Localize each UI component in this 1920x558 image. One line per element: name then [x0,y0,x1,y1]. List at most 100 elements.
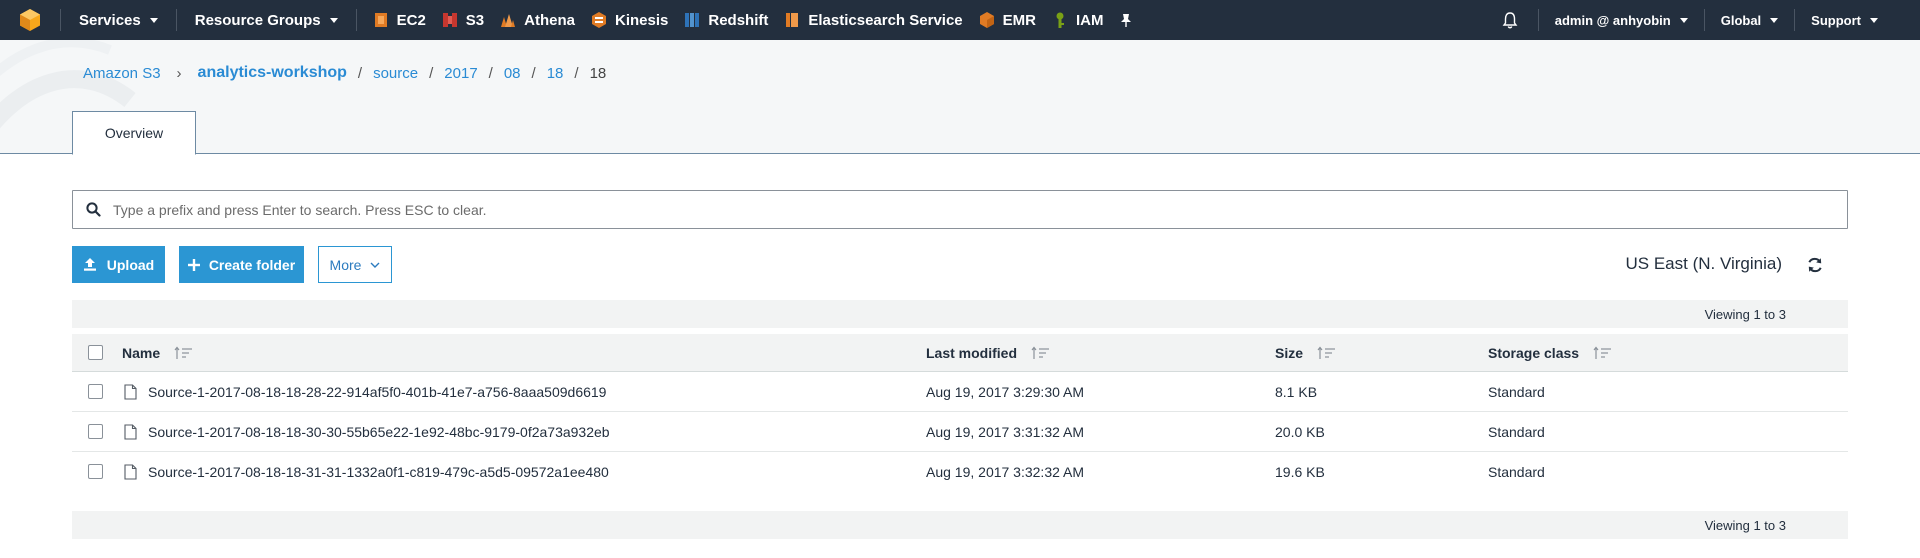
shortcut-iam[interactable]: IAM [1052,0,1103,40]
select-all-checkbox[interactable] [88,345,103,360]
shortcut-elasticsearch-label: Elasticsearch Service [808,11,963,29]
nav-right-group: admin @ anhyobin Global Support [1482,0,1920,40]
breadcrumb-folder-source[interactable]: source [373,65,418,82]
breadcrumb-amazon-s3[interactable]: Amazon S3 [83,65,161,82]
search-icon [73,191,113,228]
account-menu[interactable]: admin @ anhyobin [1539,0,1704,40]
breadcrumb-separator: / [574,64,579,82]
chevron-down-icon [370,262,380,268]
cell-last-modified: Aug 19, 2017 3:31:32 AM [926,424,1085,440]
redshift-icon [685,13,700,27]
column-header-size[interactable]: Size [1275,334,1337,372]
shortcut-s3-label: S3 [465,11,485,29]
table-row[interactable]: Source-1-2017-08-18-18-30-30-55b65e22-1e… [72,412,1848,452]
row-checkbox[interactable] [88,424,103,439]
upload-button-label: Upload [106,256,155,273]
region-menu[interactable]: Global [1705,0,1794,40]
file-name-link[interactable]: Source-1-2017-08-18-18-28-22-914af5f0-40… [148,372,606,412]
cell-last-modified: Aug 19, 2017 3:32:32 AM [926,464,1085,480]
column-header-name[interactable]: Name [122,334,194,372]
breadcrumb-separator: / [488,64,493,82]
search-box [72,190,1848,229]
cell-storage-class: Standard [1488,464,1545,480]
services-menu[interactable]: Services [61,0,176,40]
viewing-count-top: Viewing 1 to 3 [1704,307,1786,322]
file-name-link[interactable]: Source-1-2017-08-18-18-30-30-55b65e22-1e… [148,412,610,452]
file-icon [124,424,137,440]
support-label: Support [1811,12,1861,28]
column-size-label: Size [1275,345,1304,361]
shortcut-ec2[interactable]: EC2 [373,0,426,40]
table-row[interactable]: Source-1-2017-08-18-18-31-31-1332a0f1-c8… [72,452,1848,492]
resource-groups-menu[interactable]: Resource Groups [177,0,356,40]
pin-button[interactable] [1119,0,1133,40]
kinesis-icon [592,12,606,28]
support-menu[interactable]: Support [1795,0,1920,40]
notifications-button[interactable] [1482,0,1538,40]
search-input[interactable] [113,191,1847,228]
cell-size: 20.0 KB [1275,424,1325,440]
more-button-label: More [329,256,362,273]
sort-icon[interactable] [1593,346,1613,360]
region-label: Global [1720,12,1762,28]
column-header-last-modified[interactable]: Last modified [926,334,1051,372]
chevron-down-icon [329,18,338,23]
region-display: US East (N. Virginia) [1625,254,1782,273]
bell-icon [1502,12,1518,29]
emr-icon [979,12,994,28]
column-storage-class-label: Storage class [1488,345,1580,361]
table-header: Name Last modified Size Storage class [72,334,1848,372]
upload-icon [83,258,96,271]
table-row[interactable]: Source-1-2017-08-18-18-28-22-914af5f0-40… [72,372,1848,412]
file-icon [124,384,137,400]
create-folder-button[interactable]: Create folder [179,246,304,283]
create-folder-button-label: Create folder [208,256,296,273]
breadcrumb-folder-year[interactable]: 2017 [444,65,477,82]
column-header-storage-class[interactable]: Storage class [1488,334,1613,372]
breadcrumb-folder-day[interactable]: 18 [547,65,564,82]
shortcut-s3[interactable]: S3 [442,0,484,40]
plus-icon [187,258,200,271]
services-label: Services [79,11,141,29]
shortcut-kinesis[interactable]: Kinesis [591,0,668,40]
top-nav: Services Resource Groups EC2 S3 Athena K… [0,0,1920,40]
cell-size: 19.6 KB [1275,464,1325,480]
tab-overview[interactable]: Overview [72,111,196,155]
cell-size: 8.1 KB [1275,384,1318,400]
sort-icon[interactable] [1031,346,1051,360]
row-checkbox[interactable] [88,464,103,479]
upload-button[interactable]: Upload [72,246,165,283]
shortcut-redshift[interactable]: Redshift [684,0,768,40]
shortcut-kinesis-label: Kinesis [615,11,669,29]
breadcrumb-folder-month[interactable]: 08 [504,65,521,82]
s3-icon [442,13,457,27]
aws-logo-icon[interactable] [0,0,60,40]
account-label: admin @ anhyobin [1554,12,1671,28]
file-name-link[interactable]: Source-1-2017-08-18-18-31-31-1332a0f1-c8… [148,452,609,492]
shortcut-emr[interactable]: EMR [979,0,1036,40]
chevron-down-icon [149,18,158,23]
row-checkbox[interactable] [88,384,103,399]
column-name-label: Name [122,345,161,361]
breadcrumb-bucket[interactable]: analytics-workshop [198,64,347,82]
refresh-icon[interactable] [1806,256,1824,274]
breadcrumb-separator: / [357,64,363,82]
sort-icon[interactable] [174,346,194,360]
cell-last-modified: Aug 19, 2017 3:29:30 AM [926,384,1085,400]
chevron-down-icon [1770,18,1779,23]
ec2-icon [374,13,387,27]
shortcut-redshift-label: Redshift [708,11,769,29]
pagination-top: Viewing 1 to 3 [72,300,1848,328]
iam-icon [1056,12,1064,28]
athena-icon [501,14,516,27]
chevron-right-icon: › [176,64,182,82]
sort-icon[interactable] [1317,346,1337,360]
breadcrumb: Amazon S3 › analytics-workshop / source … [83,64,606,82]
pin-icon [1121,14,1132,27]
more-button[interactable]: More [318,246,392,283]
cell-storage-class: Standard [1488,424,1545,440]
shortcut-elasticsearch[interactable]: Elasticsearch Service [784,0,963,40]
shortcut-athena-label: Athena [524,11,575,29]
shortcut-athena[interactable]: Athena [500,0,575,40]
file-icon [124,464,137,480]
